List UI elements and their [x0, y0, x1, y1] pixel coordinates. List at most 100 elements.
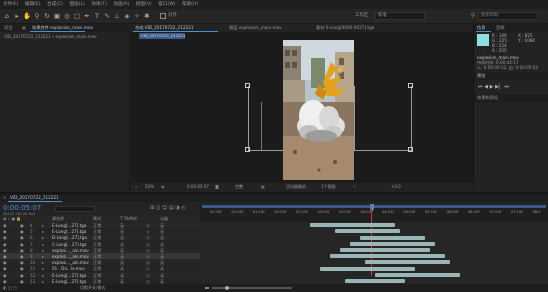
layer-duration-bar[interactable] — [310, 223, 395, 228]
playback-controls: ⏮ ◀ ▶ ▶▏ ⏭ — [478, 83, 548, 91]
menu-effect[interactable]: 效果(T) — [91, 2, 107, 7]
tab-footage[interactable]: 素材 S-Long[0000-0027].tga — [316, 24, 374, 32]
hand-tool-icon[interactable]: ✋ — [23, 12, 31, 20]
selection-tool-icon[interactable]: ▸ — [13, 12, 21, 20]
comp-flowchart-icon[interactable]: ⊞ — [150, 205, 154, 211]
current-time-indicator[interactable] — [371, 204, 372, 276]
search-help-input[interactable]: 搜索帮助 — [478, 12, 538, 20]
ruler-label: 03:15f — [339, 210, 351, 214]
camera-snapshot-icon[interactable]: ◉ — [161, 183, 165, 191]
layer-duration-bar[interactable] — [330, 254, 445, 259]
col-trkmat[interactable]: T TrkMat — [120, 215, 137, 222]
roi-icon[interactable]: ▦ — [261, 183, 265, 191]
clone-tool-icon[interactable]: ⊥ — [113, 12, 121, 20]
pen-tool-icon[interactable]: ✒ — [83, 12, 91, 20]
snapshot-icon[interactable]: ◙ — [215, 183, 219, 191]
graph-editor-icon[interactable]: ◴ — [181, 205, 185, 211]
close-icon[interactable]: ✕ — [3, 195, 8, 200]
effect-controls-item: explosion_main.mov — [50, 25, 94, 30]
last-frame-icon[interactable]: ⏭ — [504, 84, 509, 90]
next-frame-icon[interactable]: ▶▏ — [495, 84, 503, 90]
work-area-bar[interactable] — [202, 205, 546, 208]
comp-timecode[interactable]: 0:00:05:07 — [187, 183, 209, 191]
ruler-label: 01:00f — [231, 210, 244, 214]
zoom-out-icon[interactable] — [205, 287, 209, 289]
render-time-icon[interactable]: ◧ ◫ ◰ — [3, 284, 17, 292]
layer-duration-bar[interactable] — [365, 260, 450, 265]
bounding-line — [354, 150, 412, 151]
menu-edit[interactable]: 编辑(E) — [25, 2, 41, 7]
layer-duration-bar[interactable] — [360, 235, 425, 240]
layer-duration-bar[interactable] — [375, 272, 460, 277]
first-frame-icon[interactable]: ⏮ — [478, 84, 483, 90]
magnify-icon: ⌕ — [135, 184, 138, 189]
explosion-scene-image — [283, 40, 354, 180]
bounding-line — [411, 86, 412, 151]
project-panel: 项目 ■ 效果控件 explosion_main.mov VID_2017072… — [0, 24, 130, 191]
roto-tool-icon[interactable]: ✧ — [133, 12, 141, 20]
rotate-tool-icon[interactable]: ↻ — [43, 12, 51, 20]
eraser-tool-icon[interactable]: ◈ — [123, 12, 131, 20]
pan-behind-tool-icon[interactable]: ◎ — [63, 12, 71, 20]
menu-animation[interactable]: 动画(A) — [113, 2, 129, 7]
layer-duration-bar[interactable] — [320, 266, 415, 271]
timeline-switches: ⊞ ◫ ☺ ▤ ◑ ◴ — [150, 204, 200, 212]
draft-3d-icon[interactable]: ◫ — [156, 205, 161, 211]
frame-blend-icon[interactable]: ▤ — [169, 205, 174, 211]
menu-file[interactable]: 文件(F) — [3, 2, 18, 7]
col-parent[interactable]: 父级 — [160, 215, 168, 222]
timeline-timecode[interactable]: 0:00:05:07 — [3, 204, 41, 212]
puppet-tool-icon[interactable]: ✱ — [143, 12, 151, 20]
shy-icon[interactable]: ☺ — [162, 205, 167, 211]
views-select[interactable]: 1个视图 — [321, 183, 336, 191]
zoom-select[interactable]: 50% — [145, 183, 154, 191]
text-tool-icon[interactable]: T — [93, 12, 101, 20]
menu-help[interactable]: 帮助(H) — [182, 2, 198, 7]
rect-tool-icon[interactable]: □ — [73, 12, 81, 20]
composition-viewer-frame[interactable] — [283, 40, 354, 180]
menu-layer[interactable]: 图层(L) — [70, 2, 85, 7]
timeline-zoom-slider[interactable] — [212, 287, 292, 289]
brush-tool-icon[interactable]: ✎ — [103, 12, 111, 20]
col-mode[interactable]: 模式 — [93, 215, 101, 222]
timeline-panel: ✕ VID_20170722_212221 0:00:05:07 00157 (… — [0, 192, 548, 292]
tab-effects-presets[interactable]: 效果和预设 — [477, 94, 498, 102]
comp-active-tab-underline — [133, 31, 218, 32]
motion-blur-icon[interactable]: ◑ — [175, 205, 179, 211]
layer-duration-bar[interactable] — [350, 241, 435, 246]
comp-subtab[interactable]: VID_20170722_212221 — [139, 33, 185, 39]
play-icon[interactable]: ▶ — [490, 84, 494, 90]
menu-composition[interactable]: 合成(C) — [47, 2, 63, 7]
time-ruler[interactable]: 00:15f 01:00f 01:15f 02:00f 02:15f 03:00f 03:1… — [200, 204, 548, 222]
menu-window[interactable]: 窗口(W) — [158, 2, 175, 7]
fast-preview-icon[interactable]: ⚡ — [353, 183, 356, 191]
project-item-name[interactable]: VID_20170722_212221 • explosion_main.mov — [4, 33, 97, 41]
transform-handle[interactable] — [245, 147, 250, 152]
col-source-name[interactable]: 源名称 — [52, 215, 64, 222]
layer-duration-bar[interactable] — [340, 248, 430, 252]
camera-tool-icon[interactable]: ▣ — [53, 12, 61, 20]
transform-handle[interactable] — [408, 147, 413, 152]
tab-preview[interactable]: 预览 — [477, 72, 485, 80]
snap-checkbox[interactable] — [160, 13, 166, 19]
exposure-value[interactable]: +0.0 — [391, 183, 401, 191]
tab-project[interactable]: 项目 — [4, 24, 12, 32]
tab-audio[interactable]: 音频 — [496, 24, 504, 32]
home-icon[interactable]: ⌂ — [3, 12, 11, 20]
menu-view[interactable]: 视图(V) — [136, 2, 152, 7]
prev-frame-icon[interactable]: ◀ — [484, 84, 488, 90]
timeline-search-input[interactable] — [55, 206, 95, 212]
quality-select[interactable]: 完整 — [235, 183, 243, 191]
workspace-select[interactable]: 标准 — [375, 12, 425, 20]
transform-handle[interactable] — [245, 83, 250, 88]
layer-duration-bar[interactable] — [345, 279, 405, 283]
snap-label: 对齐 — [168, 13, 177, 18]
zoom-tool-icon[interactable]: ⚲ — [33, 12, 41, 20]
toggle-switches-modes[interactable]: 切换开关/模式 — [80, 284, 105, 292]
layer-duration-bar[interactable] — [335, 229, 400, 234]
tab-layer[interactable]: 图层 explosion_main.mov — [229, 24, 282, 32]
camera-select[interactable]: 活动摄像机 — [286, 183, 306, 191]
transform-handle[interactable] — [408, 83, 413, 88]
zoom-slider-thumb[interactable] — [225, 286, 229, 290]
timeline-footer: ◧ ◫ ◰ 切换开关/模式 — [0, 284, 548, 292]
